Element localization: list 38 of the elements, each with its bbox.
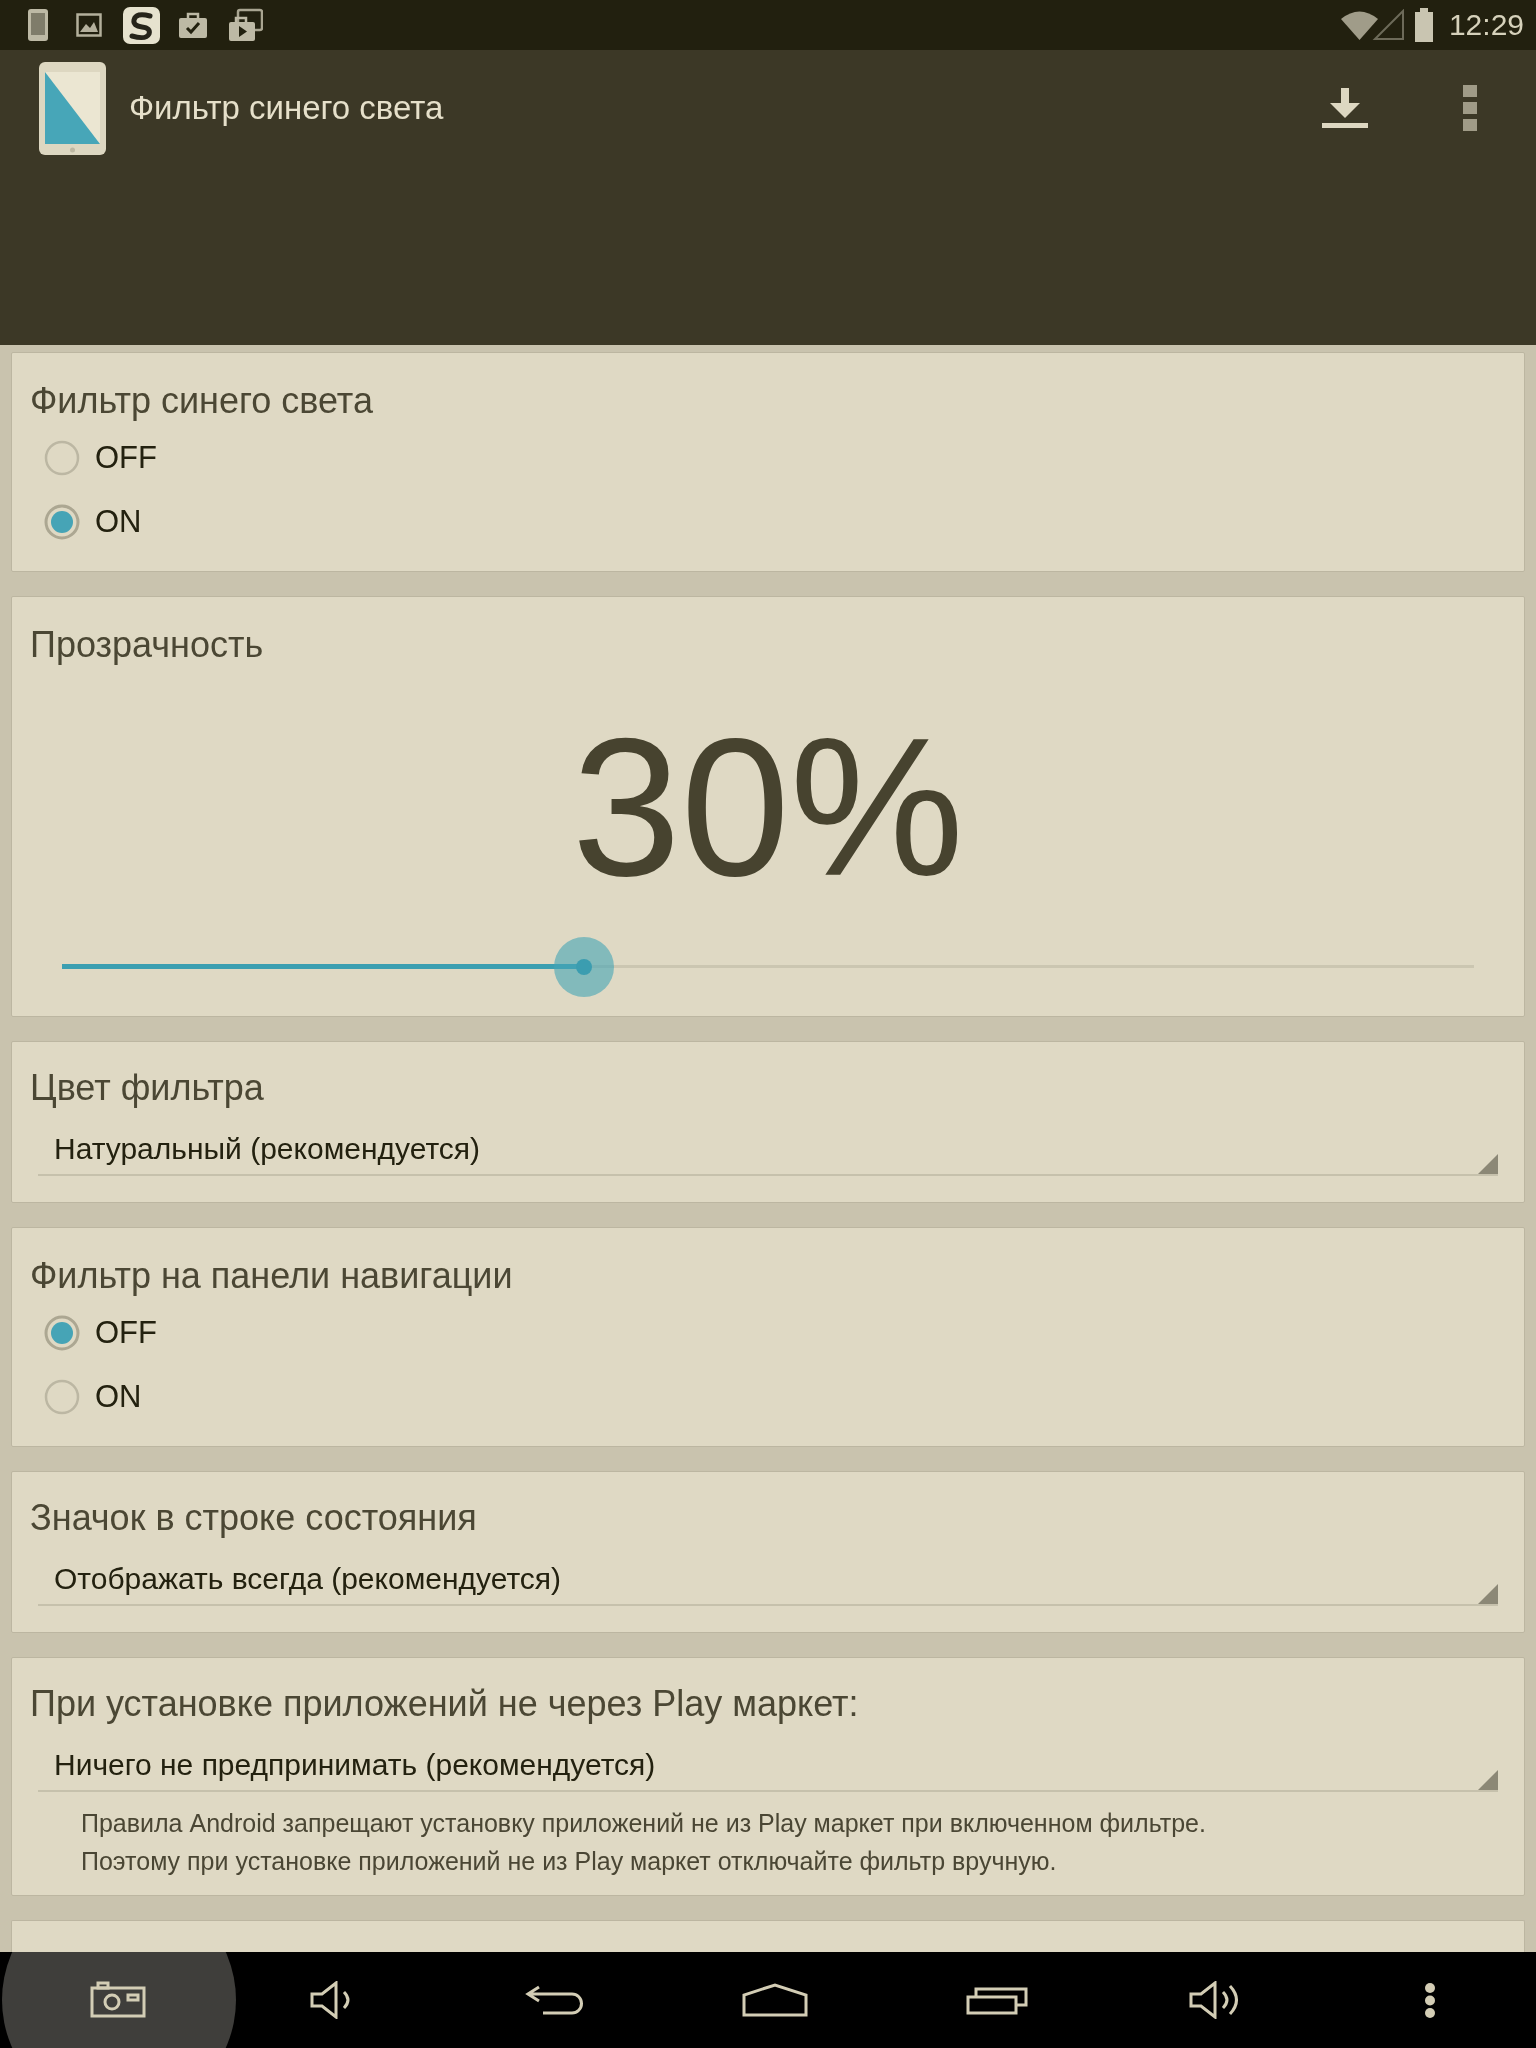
app-title: Фильтр синего света — [129, 88, 444, 128]
radio-option[interactable]: ON — [44, 1377, 142, 1417]
slider-track[interactable] — [62, 937, 1474, 997]
camera-icon — [90, 1981, 146, 2018]
briefcase-check-icon — [178, 11, 208, 39]
status-time: 12:29 — [1448, 7, 1524, 43]
percentage-reading: 30% — [570, 708, 966, 908]
dropdown[interactable]: Отображать всегда (рекомендуется) — [38, 1559, 1498, 1606]
section-title: Значок в строке состояния — [30, 1496, 478, 1540]
section-title: Прозрачность — [30, 623, 265, 667]
app-icon — [123, 6, 160, 44]
back-icon[interactable] — [525, 1985, 585, 2015]
shopping-bag-play-icon — [228, 8, 263, 42]
overflow-menu-icon[interactable] — [1463, 85, 1477, 131]
dropdown[interactable]: Натуральный (рекомендуется) — [38, 1129, 1498, 1176]
corner-triangle-icon — [1478, 1584, 1498, 1604]
section-title: Фильтр на панели навигации — [30, 1254, 514, 1298]
screenshot-button[interactable] — [0, 1952, 236, 2048]
corner-triangle-icon — [1478, 1154, 1498, 1174]
section-title: Фильтр синего света — [30, 379, 374, 423]
note-text: Правила Android запрещают установку приложений не из Play маркет при включенном фильтре. Поэтому при установке приложений не из Play маркет отключайте фильтр вручную. — [81, 1808, 1207, 1877]
image-icon — [76, 13, 102, 37]
recent-apps-icon[interactable] — [966, 1985, 1028, 2015]
tablet-icon — [27, 8, 49, 42]
app-logo-icon — [39, 61, 106, 155]
radio-option[interactable]: OFF — [44, 438, 157, 478]
more-options-icon[interactable] — [1424, 1981, 1436, 2019]
home-icon[interactable] — [742, 1983, 808, 2017]
battery-icon — [1412, 8, 1435, 42]
radio-option[interactable]: OFF — [44, 1313, 157, 1353]
dropdown[interactable]: Ничего не предпринимать (рекомендуется) — [38, 1745, 1498, 1792]
wifi-icon — [1339, 10, 1379, 40]
download-icon[interactable] — [1322, 88, 1368, 128]
section-title: Цвет фильтра — [30, 1066, 265, 1110]
corner-triangle-icon — [1478, 1770, 1498, 1790]
radio-option[interactable]: ON — [44, 502, 142, 542]
section-title: При установке приложений не через Play маркет: — [30, 1682, 860, 1726]
signal-icon — [1371, 9, 1405, 41]
